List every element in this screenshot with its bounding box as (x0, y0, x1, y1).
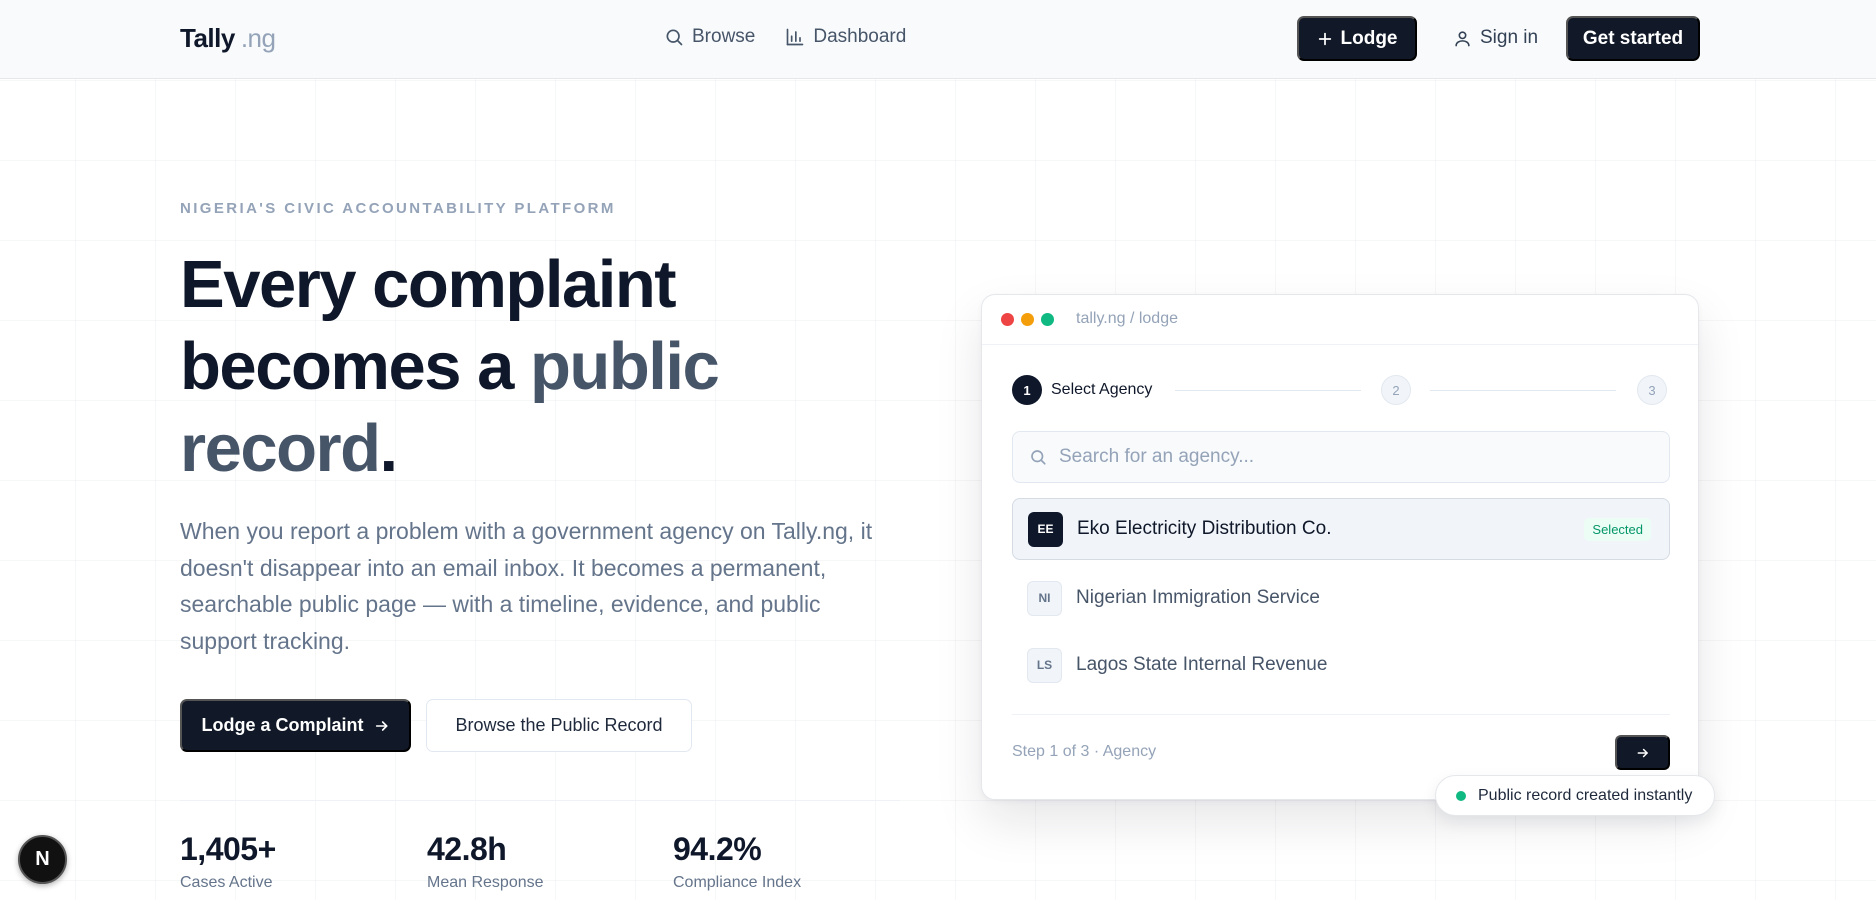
top-navigation: Tally .ng Browse Dashboard Lodge Sign in … (0, 0, 1876, 79)
agency-name: Eko Electricity Distribution Co. (1077, 518, 1332, 539)
window-close-dot (1001, 313, 1014, 326)
status-dot-icon (1456, 790, 1466, 801)
agency-option-lagos-revenue[interactable]: LS Lagos State Internal Revenue (1012, 634, 1670, 696)
stat-compliance-index: 94.2% Compliance Index (673, 831, 801, 892)
step-progress-text: Step 1 of 3 · Agency (1012, 743, 1157, 760)
nav-link-label: Browse (692, 26, 756, 47)
brand-name: Tally (180, 23, 235, 53)
nav-link-dashboard[interactable]: Dashboard (785, 26, 906, 48)
stat-mean-response: 42.8h Mean Response (427, 831, 544, 892)
agency-search-input[interactable] (1059, 446, 1659, 468)
agency-option-eko-electricity[interactable]: EE Eko Electricity Distribution Co. Sele… (1012, 498, 1670, 560)
sign-in-label: Sign in (1480, 27, 1539, 48)
headline-highlight-public: public (529, 329, 720, 404)
stat-label: Mean Response (427, 874, 544, 891)
step-1-indicator: 1 (1012, 375, 1042, 405)
get-started-button[interactable]: Get started (1566, 16, 1700, 61)
stat-value: 42.8h (427, 831, 507, 867)
get-started-label: Get started (1582, 27, 1684, 49)
hero-eyebrow: NIGERIA'S CIVIC ACCOUNTABILITY PLATFORM (180, 200, 616, 217)
window-maximize-dot (1041, 313, 1054, 326)
lodge-complaint-label: Lodge a Complaint (201, 715, 364, 735)
lodge-complaint-button[interactable]: Lodge a Complaint (180, 699, 411, 752)
user-icon (1455, 30, 1470, 46)
agency-name: Lagos State Internal Revenue (1076, 654, 1328, 675)
brand-logo[interactable]: Tally .ng (180, 23, 276, 54)
window-url: tally.ng / lodge (1076, 310, 1178, 327)
search-icon (1031, 450, 1046, 465)
toast-label: Public record created instantly (1478, 786, 1693, 804)
window-minimize-dot (1021, 313, 1034, 326)
stat-value: 1,405+ (180, 831, 276, 867)
headline-highlight-record: record (180, 411, 381, 486)
stats-divider (180, 800, 900, 801)
hero-headline: Every complaint becomes a public record. (180, 244, 820, 490)
lodge-preview-card: tally.ng / lodge 1 Select Agency 2 3 EE … (981, 294, 1699, 800)
nav-link-browse[interactable]: Browse (664, 26, 755, 48)
step-connector (1430, 390, 1616, 391)
step-connector (1175, 390, 1361, 391)
hero-description: When you report a problem with a governm… (180, 518, 873, 654)
plus-icon (1318, 32, 1331, 45)
arrow-right-icon (375, 720, 387, 731)
stat-cases-active: 1,405+ Cases Active (180, 831, 276, 892)
agency-name: Nigerian Immigration Service (1076, 587, 1320, 608)
stat-label: Cases Active (180, 874, 273, 891)
step-2-indicator: 2 (1381, 375, 1411, 405)
stat-value: 94.2% (673, 831, 762, 867)
agency-initials-badge: EE (1028, 511, 1063, 547)
headline-period: . (379, 411, 399, 486)
brand-tld: .ng (240, 23, 276, 53)
browse-public-record-label: Browse the Public Record (455, 715, 663, 735)
headline-line-1: Every complaint (180, 247, 677, 322)
dev-tools-logo-icon: N (35, 848, 50, 870)
agency-option-nigerian-immigration[interactable]: NI Nigerian Immigration Service (1012, 567, 1670, 629)
agency-search (1012, 431, 1670, 483)
step-1-label: Select Agency (1051, 381, 1153, 398)
window-titlebar: tally.ng / lodge (982, 295, 1698, 345)
step-3-indicator: 3 (1637, 375, 1667, 405)
search-icon (666, 29, 683, 46)
agency-initials-badge: NI (1027, 580, 1062, 616)
sign-in-link[interactable]: Sign in (1453, 27, 1538, 49)
lodge-button-label: Lodge (1340, 27, 1398, 49)
lodge-button[interactable]: Lodge (1297, 16, 1417, 61)
browse-public-record-button[interactable]: Browse the Public Record (426, 699, 692, 752)
nav-link-label: Dashboard (813, 26, 907, 47)
selected-badge: Selected (1584, 518, 1651, 541)
card-footer-divider (1012, 714, 1670, 715)
nav-links: Browse Dashboard (664, 26, 906, 48)
headline-line-2a: becomes a (180, 329, 530, 404)
dev-tools-button[interactable]: N (18, 835, 67, 884)
stat-label: Compliance Index (673, 874, 802, 891)
bar-chart-icon (787, 28, 804, 46)
next-step-button[interactable] (1615, 735, 1670, 770)
arrow-right-icon (1637, 748, 1648, 757)
agency-initials-badge: LS (1027, 647, 1062, 683)
public-record-toast: Public record created instantly (1435, 775, 1715, 816)
